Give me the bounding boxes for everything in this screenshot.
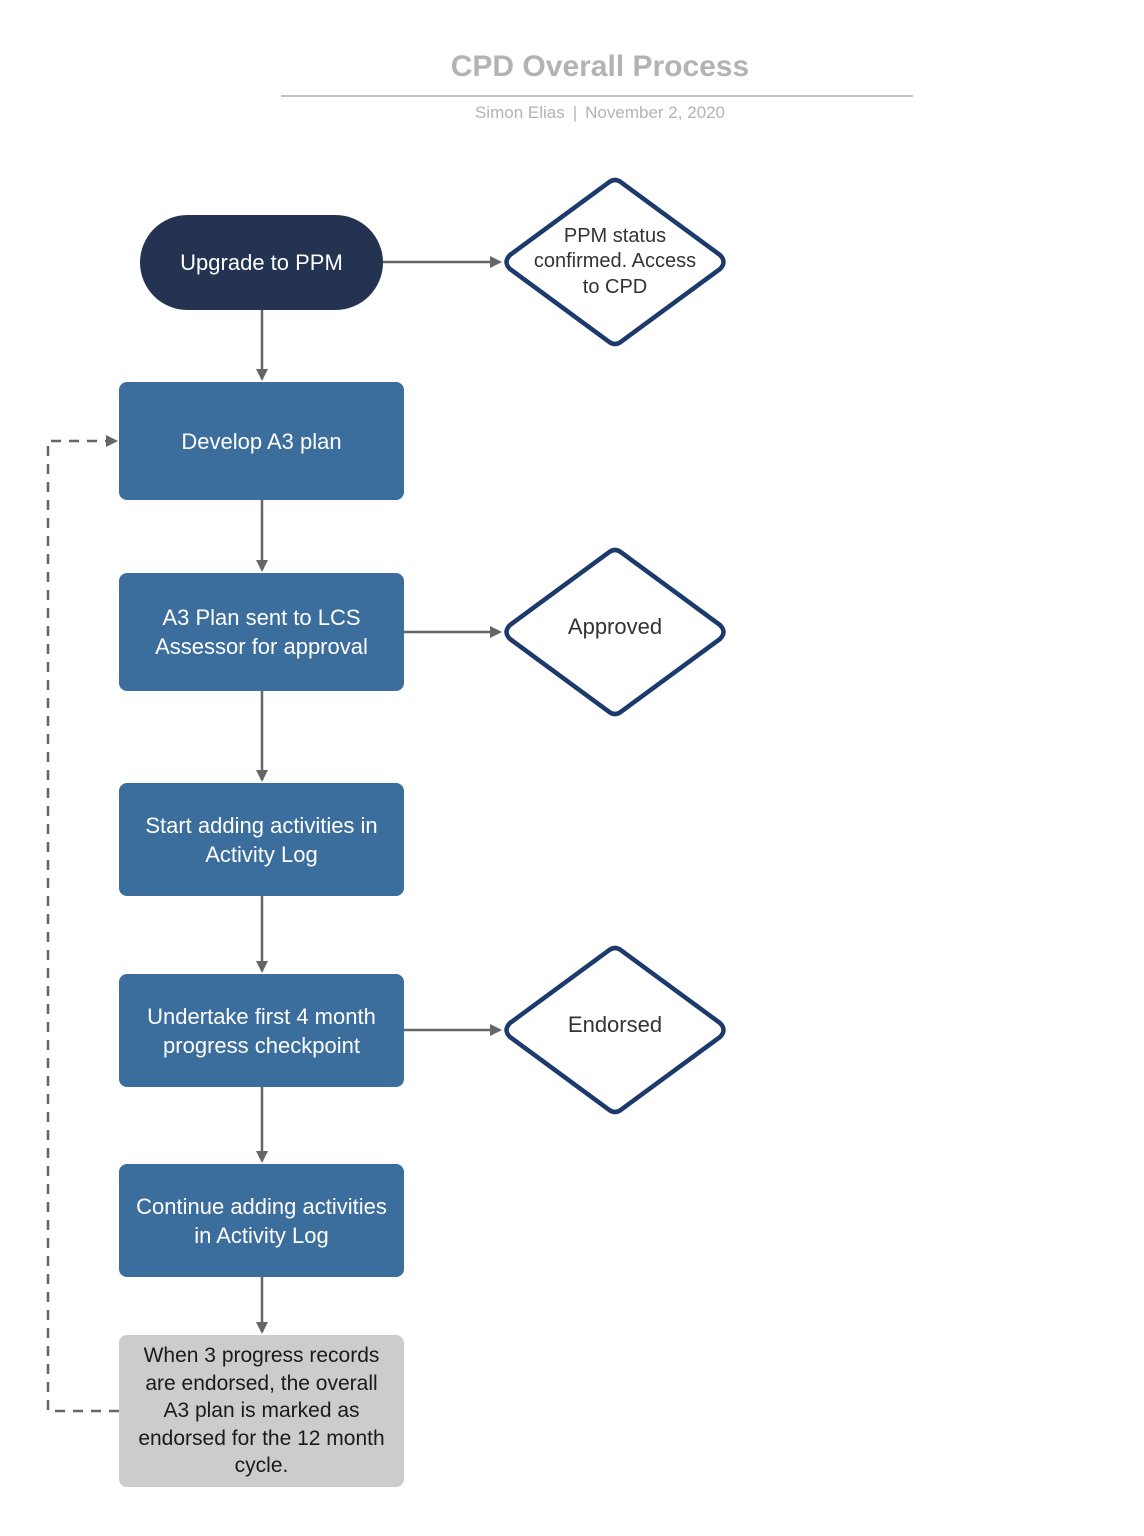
decision-label-endorsed: Endorsed: [567, 1012, 663, 1038]
decision-label-approved: Approved: [567, 614, 663, 640]
decision-label-ppm-confirmed: PPM status confirmed. Access to CPD: [533, 224, 697, 298]
node-a3-plan-sent: A3 Plan sent to LCS Assessor for approva…: [119, 573, 404, 691]
node-four-month-checkpoint: Undertake first 4 month progress checkpo…: [119, 974, 404, 1087]
node-continue-adding-activities: Continue adding activities in Activity L…: [119, 1164, 404, 1277]
node-develop-a3-plan: Develop A3 plan: [119, 382, 404, 500]
node-upgrade-to-ppm: Upgrade to PPM: [140, 215, 383, 310]
node-final-endorsement-note: When 3 progress records are endorsed, th…: [119, 1335, 404, 1487]
connector-feedback-loop-dashed: [46, 435, 119, 1413]
node-start-adding-activities: Start adding activities in Activity Log: [119, 783, 404, 896]
